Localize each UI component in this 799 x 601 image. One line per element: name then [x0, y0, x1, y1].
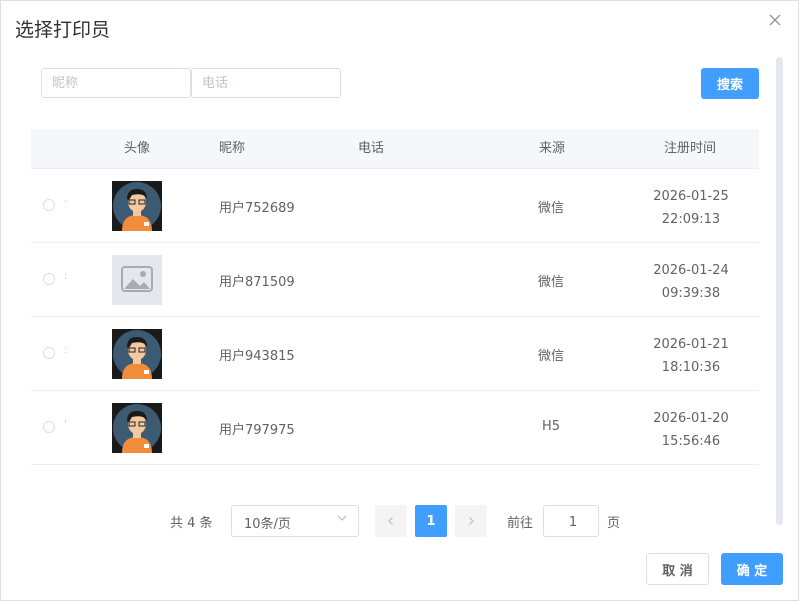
- page-number-current[interactable]: 1: [415, 505, 447, 537]
- row-nickname: 用户943815: [219, 349, 295, 364]
- row-select-radio[interactable]: [43, 273, 55, 285]
- close-icon[interactable]: [767, 13, 783, 29]
- table-row[interactable]: · 用户752689 微信 2026-01-25 22:09:13: [31, 169, 759, 243]
- pagination-total: 共 4 条: [170, 516, 213, 531]
- search-button[interactable]: 搜索: [701, 68, 759, 99]
- row-date: 2026-01-21: [653, 337, 729, 352]
- radio-label-mark: :: [64, 345, 68, 356]
- phone-search-field[interactable]: [191, 68, 341, 98]
- goto-suffix: 页: [607, 516, 621, 531]
- header-avatar: 头像: [124, 141, 151, 156]
- dialog-scrollbar[interactable]: [776, 57, 783, 525]
- dialog-title: 选择打印员: [15, 19, 111, 41]
- row-time: 18:10:36: [661, 360, 721, 375]
- row-source: H5: [541, 419, 561, 434]
- row-nickname: 用户871509: [219, 275, 295, 290]
- row-time: 15:56:46: [661, 434, 721, 449]
- row-select-radio[interactable]: [43, 199, 55, 211]
- row-nickname: 用户797975: [219, 423, 295, 438]
- header-nickname: 昵称: [219, 141, 246, 156]
- row-time: 22:09:13: [661, 212, 721, 227]
- radio-label-mark: ·: [64, 197, 68, 208]
- radio-label-mark: ': [64, 419, 67, 430]
- header-phone: 电话: [358, 141, 385, 156]
- row-registered-time: 2026-01-21 18:10:36: [641, 333, 741, 379]
- image-placeholder-icon: [112, 255, 162, 305]
- row-source: 微信: [537, 201, 564, 216]
- page-size-value: 10条/页: [244, 517, 291, 532]
- chevron-down-icon: [336, 512, 348, 527]
- header-registered-time: 注册时间: [664, 141, 717, 156]
- goto-page-field[interactable]: [543, 505, 602, 538]
- row-time: 09:39:38: [661, 286, 721, 301]
- row-date: 2026-01-24: [653, 263, 729, 278]
- user-avatar: [112, 403, 162, 453]
- row-select-radio[interactable]: [43, 421, 55, 433]
- row-date: 2026-01-20: [653, 411, 729, 426]
- table-row[interactable]: : 用户871509 微信 2026-01-24 09:39:38: [31, 243, 759, 317]
- row-source: 微信: [537, 275, 564, 290]
- table-row[interactable]: ' 用户797975 H5 2026-01-20 15:56:46: [31, 391, 759, 465]
- row-registered-time: 2026-01-24 09:39:38: [641, 259, 741, 305]
- phone-search-input[interactable]: [192, 69, 340, 97]
- table-row[interactable]: : 用户943815 微信 2026-01-21 18:10:36: [31, 317, 759, 391]
- goto-page-input[interactable]: [544, 506, 602, 538]
- nickname-search-input[interactable]: [42, 69, 190, 97]
- row-nickname: 用户752689: [219, 201, 295, 216]
- cancel-button[interactable]: 取 消: [646, 553, 709, 585]
- user-avatar: [112, 329, 162, 379]
- radio-label-mark: :: [64, 271, 68, 282]
- nickname-search-field[interactable]: [41, 68, 191, 98]
- chevron-right-icon[interactable]: [455, 505, 487, 537]
- confirm-button[interactable]: 确 定: [721, 553, 783, 585]
- goto-label: 前往: [507, 516, 534, 531]
- row-source: 微信: [537, 349, 564, 364]
- user-avatar: [112, 181, 162, 231]
- page-size-select[interactable]: 10条/页: [231, 505, 359, 537]
- select-printer-dialog: 选择打印员 搜索 头像 昵称 电话 来源 注册时间 ·: [0, 0, 799, 601]
- table-header: 头像 昵称 电话 来源 注册时间: [31, 129, 759, 169]
- chevron-left-icon[interactable]: [375, 505, 407, 537]
- header-source: 来源: [539, 141, 566, 156]
- row-select-radio[interactable]: [43, 347, 55, 359]
- row-registered-time: 2026-01-20 15:56:46: [641, 407, 741, 453]
- row-date: 2026-01-25: [653, 189, 729, 204]
- row-registered-time: 2026-01-25 22:09:13: [641, 185, 741, 231]
